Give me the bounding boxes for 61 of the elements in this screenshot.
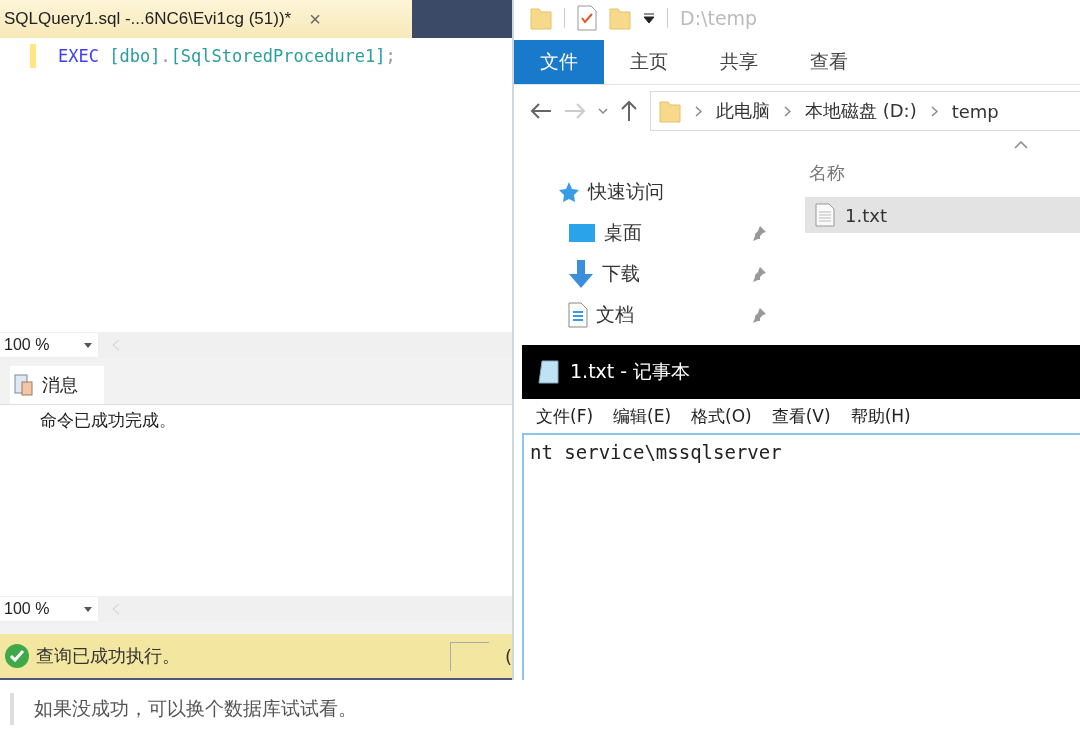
ribbon-tab[interactable]: 共享 <box>694 40 784 84</box>
file-row[interactable]: 1.txt <box>805 197 1080 233</box>
status-text: ( <box>504 645 512 667</box>
address-bar[interactable]: 此电脑 本地磁盘 (D:) temp <box>650 91 1080 131</box>
menu-item[interactable]: 编辑(E) <box>613 404 672 428</box>
up-arrow-icon[interactable] <box>620 100 638 122</box>
caret-icon <box>84 606 92 612</box>
down-arrow-icon <box>568 259 594 288</box>
menu-item[interactable]: 帮助(H) <box>850 404 911 428</box>
zoom-dropdown[interactable]: 100 % <box>0 333 98 357</box>
file-name: 1.txt <box>845 204 887 226</box>
document-tab[interactable]: SQLQuery1.sql -...6NC6\Evi1cg (51))* × <box>0 0 412 38</box>
breadcrumb-item[interactable]: 此电脑 <box>716 99 770 123</box>
messages-icon <box>14 374 34 396</box>
ribbon-tab[interactable]: 查看 <box>784 40 874 84</box>
note-text: 如果没成功，可以换个数据库试试看。 <box>34 695 357 721</box>
tab-title: SQLQuery1.sql -...6NC6\Evi1cg (51))* <box>4 9 292 29</box>
monitor-icon <box>568 221 596 244</box>
result-message: 命令已成功完成。 <box>40 409 177 432</box>
menu-item[interactable]: 文件(F) <box>536 404 594 428</box>
ribbon-tab[interactable]: 文件 <box>514 40 604 84</box>
notepad-icon <box>538 360 560 384</box>
dropdown-icon[interactable] <box>643 12 655 24</box>
close-button[interactable]: × <box>305 7 325 31</box>
folder-icon <box>659 99 681 123</box>
text-area[interactable]: nt service\mssqlserver <box>522 435 1080 680</box>
nav-item[interactable]: 文档 <box>596 301 743 328</box>
star-icon <box>558 180 580 203</box>
change-marker <box>30 44 36 68</box>
folder-icon <box>530 6 552 30</box>
properties-icon[interactable] <box>577 5 597 31</box>
nav-item[interactable]: 桌面 <box>604 219 743 246</box>
success-check-icon <box>4 643 30 669</box>
window-title: 1.txt - 记事本 <box>570 359 691 384</box>
window-title: D:\temp <box>680 7 758 29</box>
chevron-right-icon <box>695 105 702 117</box>
zoom-dropdown[interactable]: 100 % <box>0 597 98 621</box>
chevron-right-icon <box>930 105 938 117</box>
menu-item[interactable]: 查看(V) <box>771 404 831 428</box>
status-panel <box>449 641 489 671</box>
status-text: 查询已成功执行。 <box>36 644 181 668</box>
breadcrumb-item[interactable]: 本地磁盘 (D:) <box>805 99 917 123</box>
folder-icon <box>609 6 631 30</box>
pin-icon[interactable] <box>751 224 767 241</box>
column-header[interactable]: 名称 <box>809 161 845 185</box>
caret-icon <box>84 342 92 348</box>
pin-icon[interactable] <box>751 265 767 282</box>
ribbon-tab[interactable]: 主页 <box>604 40 694 84</box>
chevron-down-icon[interactable] <box>598 107 608 115</box>
messages-tab[interactable]: 消息 <box>10 366 104 404</box>
nav-item[interactable]: 快速访问 <box>588 178 779 205</box>
document-icon <box>568 301 588 328</box>
nav-item[interactable]: 下载 <box>602 260 743 287</box>
menu-item[interactable]: 格式(O) <box>691 404 752 428</box>
back-icon[interactable] <box>530 102 552 120</box>
code-line: EXEC [dbo].[SqlStoredProcedure1]; <box>58 45 396 68</box>
chevron-right-icon <box>784 105 791 117</box>
text-file-icon <box>815 203 835 227</box>
pin-icon[interactable] <box>751 306 767 323</box>
sort-caret-icon[interactable] <box>1014 141 1028 149</box>
breadcrumb-item[interactable]: temp <box>951 100 999 122</box>
